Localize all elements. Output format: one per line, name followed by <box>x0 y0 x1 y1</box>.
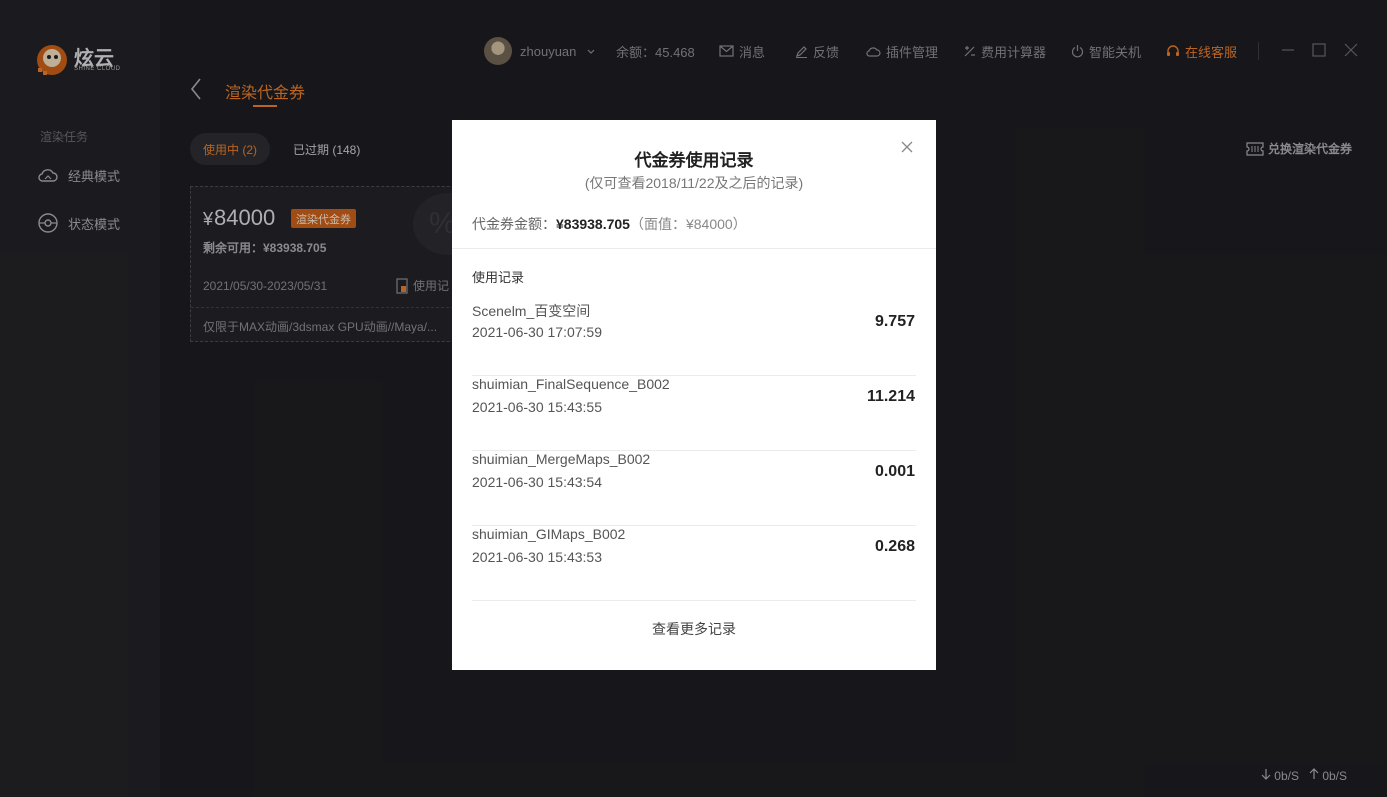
record-time: 2021-06-30 17:07:59 <box>472 324 602 340</box>
upload-speed-value: 0b/S <box>1322 769 1347 783</box>
view-more-records-link[interactable]: 查看更多记录 <box>452 619 936 639</box>
record-amount: 0.001 <box>874 463 915 480</box>
arrow-down-icon <box>1261 769 1271 780</box>
voucher-usage-dialog: 代金券使用记录 (仅可查看2018/11/22及之后的记录) 代金券金额：¥83… <box>452 120 936 670</box>
download-speed: 0b/S <box>1261 768 1299 783</box>
amount-value: ¥83938.705 <box>556 216 630 232</box>
record-amount: 9.757 <box>874 313 915 330</box>
record-amount: 0.268 <box>874 538 915 555</box>
record-amount: 11.214 <box>866 388 915 405</box>
record-name: Scenelm_百变空间 <box>472 303 591 319</box>
arrow-up-icon <box>1309 768 1319 779</box>
usage-record-row: shuimian_FinalSequence_B002 2021-06-30 1… <box>472 376 916 451</box>
dialog-title: 代金券使用记录 <box>634 151 754 170</box>
record-time: 2021-06-30 15:43:55 <box>472 399 602 415</box>
voucher-amount-line: 代金券金额：¥83938.705（面值：¥84000） <box>472 214 747 234</box>
face-value: （面值：¥84000） <box>629 216 747 232</box>
record-name: shuimian_MergeMaps_B002 <box>472 451 651 467</box>
dialog-subtitle: (仅可查看2018/11/22及之后的记录) <box>584 175 804 191</box>
record-name: shuimian_FinalSequence_B002 <box>472 376 670 392</box>
usage-record-row: shuimian_GIMaps_B002 2021-06-30 15:43:53… <box>472 526 916 601</box>
record-name: shuimian_GIMaps_B002 <box>472 526 626 542</box>
record-time: 2021-06-30 15:43:53 <box>472 549 602 565</box>
records-label: 使用记录 <box>472 270 525 285</box>
usage-record-row: Scenelm_百变空间 2021-06-30 17:07:59 9.757 <box>472 301 916 376</box>
close-icon[interactable] <box>900 140 914 154</box>
download-speed-value: 0b/S <box>1274 769 1299 783</box>
network-speed: 0b/S 0b/S <box>1261 768 1347 783</box>
amount-label: 代金券金额： <box>472 216 556 232</box>
record-time: 2021-06-30 15:43:54 <box>472 474 602 490</box>
upload-speed: 0b/S <box>1309 768 1347 783</box>
usage-record-row: shuimian_MergeMaps_B002 2021-06-30 15:43… <box>472 451 916 526</box>
dialog-divider <box>452 248 936 249</box>
